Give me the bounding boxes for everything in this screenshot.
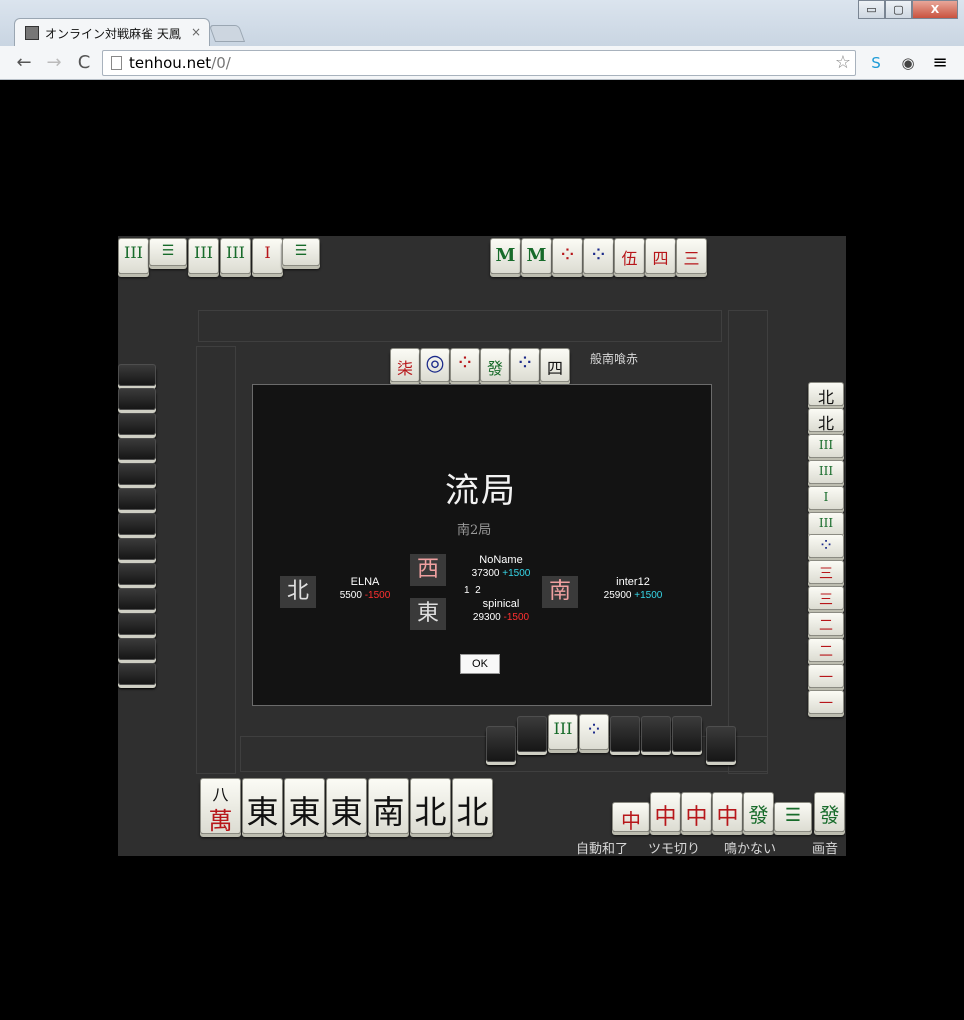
player-top-plate: 西 NoName 37300 +1500 (410, 554, 560, 586)
player-name: NoName (479, 554, 523, 566)
player-right-plate: 南 inter12 25900 +1500 (542, 576, 692, 608)
tile: III (188, 238, 219, 274)
sound-toggle[interactable]: 画音 (812, 838, 838, 856)
tile: 三 (676, 238, 707, 274)
reload-icon[interactable]: C (72, 51, 96, 75)
page-icon (111, 56, 122, 70)
tile: M (521, 238, 552, 274)
tile: III (220, 238, 251, 274)
close-window-button[interactable]: X (912, 0, 958, 19)
tile: 伍 (614, 238, 645, 274)
tile: I (252, 238, 283, 274)
no-call-toggle[interactable]: 鳴かない (724, 838, 776, 856)
hand-tile[interactable]: 北 (410, 778, 451, 834)
player-name: spinical (482, 598, 520, 610)
address-bar[interactable]: tenhou.net/0/ ☆ (102, 50, 856, 76)
result-title: 流局 (445, 471, 517, 511)
back-arrow-icon[interactable]: ← (12, 51, 36, 75)
browser-tab[interactable]: オンライン対戦麻雀 天鳳 × (14, 18, 210, 46)
board-frame-left (196, 346, 236, 774)
ok-button[interactable]: OK (460, 654, 500, 674)
tile: ⁘ (552, 238, 583, 274)
hand-tile[interactable]: 東 (326, 778, 367, 834)
auto-win-toggle[interactable]: 自動和了 (576, 838, 628, 856)
tile: ⁘ (583, 238, 614, 274)
mahjong-board: III ☰ III III I ☰ M M ⁘ ⁘ 伍 四 三 般南喰赤 北 北… (118, 236, 846, 856)
seat-wind: 東 (410, 598, 446, 630)
player-name: ELNA (350, 576, 380, 588)
eye-extension-icon[interactable]: ◉ (898, 53, 918, 73)
minimize-button[interactable]: ▭ (858, 0, 885, 19)
board-frame-right (728, 310, 768, 774)
forward-arrow-icon[interactable]: → (42, 51, 66, 75)
new-tab-button[interactable] (208, 25, 246, 42)
tile: 四 (645, 238, 676, 274)
round-label: 南2局 (457, 523, 492, 538)
player-score: 29300 -1500 (472, 612, 530, 623)
player-score: 5500 -1500 (339, 590, 391, 601)
hand-tile[interactable]: 南 (368, 778, 409, 834)
maximize-button[interactable]: ▢ (885, 0, 912, 19)
bookmark-star-icon[interactable]: ☆ (835, 52, 851, 73)
honba-counter: 1 2 (464, 585, 481, 596)
player-score: 37300 +1500 (471, 568, 531, 579)
tsumogiri-toggle[interactable]: ツモ切り (648, 838, 700, 856)
browser-toolbar: ← → C tenhou.net/0/ ☆ S ◉ ≡ (0, 46, 964, 80)
player-bottom-plate: 東 spinical 29300 -1500 (410, 598, 560, 630)
tab-title: オンライン対戦麻雀 天鳳 (45, 27, 181, 41)
tile: III (118, 238, 149, 274)
board-frame-top (198, 310, 722, 342)
chrome-menu-icon[interactable]: ≡ (930, 53, 950, 73)
browser-titlebar: オンライン対戦麻雀 天鳳 × ▭ ▢ X (0, 0, 964, 46)
tile: ☰ (149, 238, 187, 266)
skype-extension-icon[interactable]: S (866, 53, 886, 73)
rules-label: 般南喰赤 (590, 352, 639, 366)
player-score: 25900 +1500 (603, 590, 663, 601)
hand-tile[interactable]: 東 (284, 778, 325, 834)
hand-tile[interactable]: 東 (242, 778, 283, 834)
window-controls: ▭ ▢ X (858, 0, 958, 20)
tile: ☰ (282, 238, 320, 266)
player-left-plate: 北 ELNA 5500 -1500 (280, 576, 420, 608)
url-text: tenhou.net/0/ (129, 54, 231, 72)
hand-tile[interactable]: 北 (452, 778, 493, 834)
tab-close-icon[interactable]: × (191, 25, 201, 39)
player-name: inter12 (616, 576, 650, 588)
hand-tile[interactable]: 八 萬 (200, 778, 241, 834)
tenhou-favicon-icon (25, 26, 39, 40)
tile: M (490, 238, 521, 274)
